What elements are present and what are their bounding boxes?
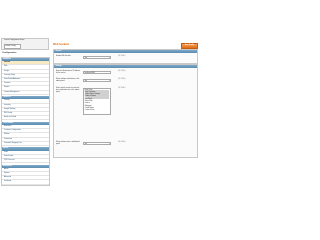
field-label: Enter the Hostname or IP address for the…: [56, 71, 81, 75]
select-value: Yes: [84, 81, 88, 82]
scope-badge: [GLOBAL]: [118, 142, 126, 144]
section-general: General Enable Web Sockets Yes ▾ [GLOBAL…: [53, 49, 198, 64]
chevron-down-icon: ▾: [108, 144, 110, 145]
select-value: Yes: [84, 58, 88, 59]
scope-switcher: Current Configuration Scope: Default Con…: [1, 38, 49, 50]
select-value: Yes: [84, 144, 88, 145]
dashboard-stats-select[interactable]: Yes ▾: [83, 142, 111, 145]
sidebar: Current Configuration Scope: Default Con…: [0, 38, 50, 186]
scope-label: Current Configuration Scope:: [4, 40, 25, 41]
scope-badge: [GLOBAL]: [118, 79, 126, 81]
field-label: Show realtime stats in dashboard panel: [56, 142, 80, 146]
field-label: Select which events to send real-time no…: [56, 88, 80, 94]
save-config-button[interactable]: Save Config: [181, 43, 198, 49]
scope-badge: [GLOBAL]: [118, 56, 126, 58]
admin-notifications-select[interactable]: Yes ▾: [83, 79, 111, 82]
scope-select[interactable]: Default Config: [4, 43, 21, 49]
section-settings-header[interactable]: Settings: [54, 65, 197, 69]
notification-events-multiselect[interactable]: New Order New Customer Order Status Change…: [83, 88, 111, 115]
field-label: Show realtime notifications in the admin…: [56, 79, 80, 83]
chevron-down-icon: ▾: [108, 81, 110, 82]
hostname-input[interactable]: localhost:8080: [83, 71, 111, 74]
page-title: Web Sockets: [53, 43, 70, 46]
enable-web-sockets-select[interactable]: Yes ▾: [83, 56, 111, 59]
config-nav: GENERAL General Web Design Currency Setup Sto…: [1, 57, 50, 186]
multiselect-option[interactable]: Contact Form: [85, 110, 109, 112]
section-settings: Settings Enter the Hostname or IP addres…: [53, 64, 198, 158]
field-label: Enable Web Sockets: [56, 56, 71, 57]
scope-badge: [GLOBAL]: [118, 88, 126, 90]
section-general-header[interactable]: General: [54, 50, 197, 54]
scope-badge: [GLOBAL]: [118, 71, 126, 73]
sidebar-item[interactable]: Developer: [2, 180, 49, 185]
chevron-down-icon: ▾: [108, 58, 110, 59]
